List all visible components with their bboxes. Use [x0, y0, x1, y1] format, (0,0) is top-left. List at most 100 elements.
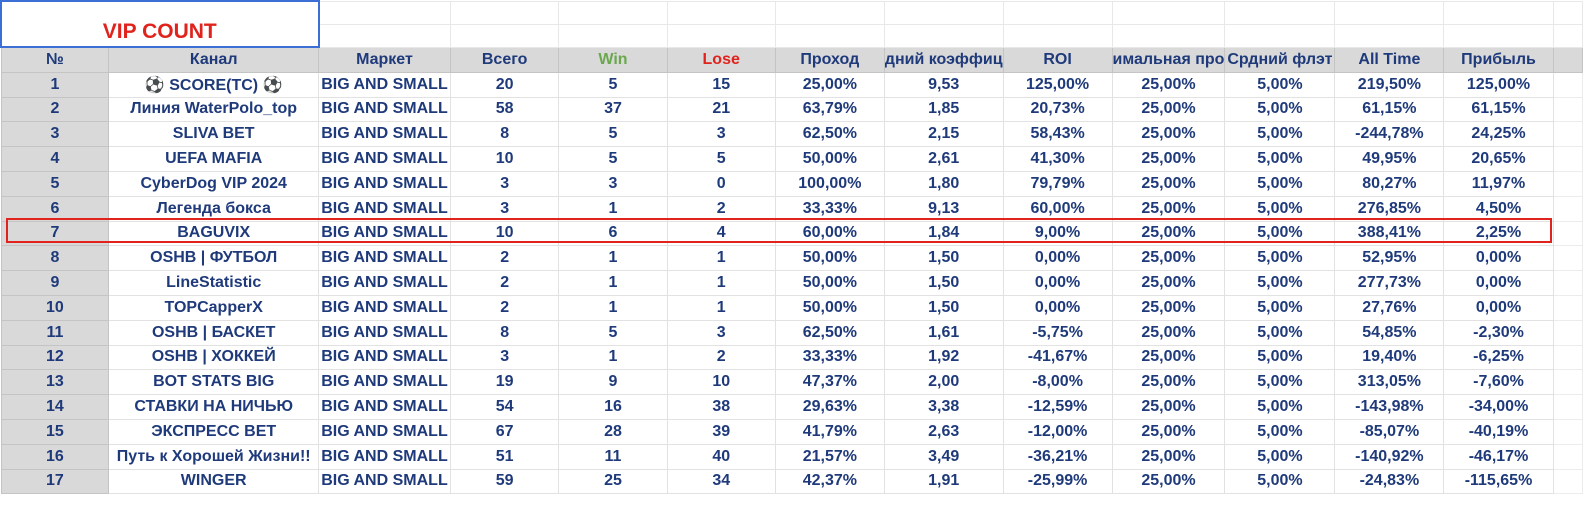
- cell-win[interactable]: 6: [558, 220, 668, 247]
- cell-roi[interactable]: 79,79%: [1002, 170, 1113, 197]
- cell-pass[interactable]: 33,33%: [774, 344, 885, 371]
- cell-channel[interactable]: OSHB | ХОККЕЙ: [108, 344, 320, 371]
- sheet-title[interactable]: VIP COUNT: [0, 0, 320, 48]
- cell-channel[interactable]: WINGER: [108, 468, 320, 495]
- cell-total[interactable]: 3: [449, 195, 560, 222]
- cell-market[interactable]: BIG AND SMALL: [318, 319, 451, 346]
- cell-roi[interactable]: 0,00%: [1002, 245, 1113, 272]
- cell-market[interactable]: BIG AND SMALL: [318, 170, 451, 197]
- cell-all-time[interactable]: 19,40%: [1334, 344, 1445, 371]
- cell-roi[interactable]: -25,99%: [1002, 468, 1113, 495]
- cell-lose[interactable]: 3: [666, 121, 776, 148]
- cell-all-time[interactable]: 54,85%: [1334, 319, 1445, 346]
- cell-number[interactable]: 1: [0, 71, 110, 98]
- cell-max-pass[interactable]: 25,00%: [1111, 344, 1226, 371]
- cell-number[interactable]: 13: [0, 369, 110, 396]
- cell-pass[interactable]: 21,57%: [774, 443, 885, 470]
- cell-max-pass[interactable]: 25,00%: [1111, 146, 1226, 172]
- cell-avg-coef[interactable]: 1,61: [883, 319, 1004, 346]
- cell-all-time[interactable]: 49,95%: [1334, 146, 1445, 172]
- cell-roi[interactable]: -8,00%: [1002, 369, 1113, 396]
- cell-avg-coef[interactable]: 2,00: [883, 369, 1004, 396]
- cell-channel[interactable]: UEFA MAFIA: [108, 146, 320, 172]
- cell-number[interactable]: 12: [0, 344, 110, 371]
- cell-channel[interactable]: СТАВКИ НА НИЧЬЮ: [108, 394, 320, 420]
- cell-market[interactable]: BIG AND SMALL: [318, 121, 451, 148]
- cell-profit[interactable]: 4,50%: [1443, 195, 1554, 222]
- cell-channel[interactable]: Легенда бокса: [108, 195, 320, 222]
- cell-number[interactable]: 14: [0, 394, 110, 420]
- cell-pass[interactable]: 50,00%: [774, 146, 885, 172]
- cell-avg-coef[interactable]: 9,53: [883, 71, 1004, 98]
- cell-pass[interactable]: 25,00%: [774, 71, 885, 98]
- cell-max-pass[interactable]: 25,00%: [1111, 170, 1226, 197]
- cell-number[interactable]: 7: [0, 220, 110, 247]
- cell-roi[interactable]: -12,59%: [1002, 394, 1113, 420]
- cell-channel[interactable]: TOPCapperX: [108, 294, 320, 321]
- cell-roi[interactable]: 58,43%: [1002, 121, 1113, 148]
- cell-profit[interactable]: 61,15%: [1443, 96, 1554, 123]
- cell-lose[interactable]: 21: [666, 96, 776, 123]
- cell-all-time[interactable]: -244,78%: [1334, 121, 1445, 148]
- cell-market[interactable]: BIG AND SMALL: [318, 195, 451, 222]
- cell-all-time[interactable]: -85,07%: [1334, 418, 1445, 445]
- cell-pass[interactable]: 50,00%: [774, 245, 885, 272]
- cell-win[interactable]: 37: [558, 96, 668, 123]
- cell-avg-flat[interactable]: 5,00%: [1224, 71, 1336, 98]
- header-market[interactable]: Маркет: [318, 46, 451, 73]
- cell-avg-flat[interactable]: 5,00%: [1224, 418, 1336, 445]
- cell-win[interactable]: 28: [558, 418, 668, 445]
- cell-max-pass[interactable]: 25,00%: [1111, 195, 1226, 222]
- cell-channel[interactable]: BOT STATS BIG: [108, 369, 320, 396]
- cell-all-time[interactable]: 52,95%: [1334, 245, 1445, 272]
- cell-roi[interactable]: 0,00%: [1002, 294, 1113, 321]
- cell-total[interactable]: 54: [449, 394, 560, 420]
- cell-lose[interactable]: 2: [666, 195, 776, 222]
- header-channel[interactable]: Канал: [108, 46, 320, 73]
- cell-market[interactable]: BIG AND SMALL: [318, 245, 451, 272]
- cell-pass[interactable]: 47,37%: [774, 369, 885, 396]
- cell-avg-coef[interactable]: 1,50: [883, 245, 1004, 272]
- cell-roi[interactable]: 41,30%: [1002, 146, 1113, 172]
- cell-avg-coef[interactable]: 3,38: [883, 394, 1004, 420]
- cell-total[interactable]: 3: [449, 170, 560, 197]
- cell-profit[interactable]: -115,65%: [1443, 468, 1554, 495]
- cell-win[interactable]: 9: [558, 369, 668, 396]
- cell-market[interactable]: BIG AND SMALL: [318, 146, 451, 172]
- cell-lose[interactable]: 40: [666, 443, 776, 470]
- header-lose[interactable]: Lose: [666, 46, 776, 73]
- cell-channel[interactable]: LineStatistic: [108, 270, 320, 296]
- cell-avg-flat[interactable]: 5,00%: [1224, 146, 1336, 172]
- header-max-pass[interactable]: имальная про: [1111, 46, 1226, 73]
- cell-win[interactable]: 5: [558, 146, 668, 172]
- cell-win[interactable]: 16: [558, 394, 668, 420]
- cell-roi[interactable]: 9,00%: [1002, 220, 1113, 247]
- header-all-time[interactable]: All Time: [1334, 46, 1445, 73]
- cell-market[interactable]: BIG AND SMALL: [318, 294, 451, 321]
- cell-pass[interactable]: 42,37%: [774, 468, 885, 495]
- cell-lose[interactable]: 10: [666, 369, 776, 396]
- cell-number[interactable]: 9: [0, 270, 110, 296]
- cell-roi[interactable]: -36,21%: [1002, 443, 1113, 470]
- cell-roi[interactable]: 125,00%: [1002, 71, 1113, 98]
- cell-channel[interactable]: ЭКСПРЕСС BET: [108, 418, 320, 445]
- cell-profit[interactable]: -46,17%: [1443, 443, 1554, 470]
- cell-number[interactable]: 6: [0, 195, 110, 222]
- cell-total[interactable]: 19: [449, 369, 560, 396]
- cell-profit[interactable]: 125,00%: [1443, 71, 1554, 98]
- cell-market[interactable]: BIG AND SMALL: [318, 443, 451, 470]
- cell-total[interactable]: 8: [449, 319, 560, 346]
- cell-max-pass[interactable]: 25,00%: [1111, 418, 1226, 445]
- cell-all-time[interactable]: -143,98%: [1334, 394, 1445, 420]
- header-pass[interactable]: Проход: [774, 46, 885, 73]
- cell-number[interactable]: 16: [0, 443, 110, 470]
- cell-pass[interactable]: 41,79%: [774, 418, 885, 445]
- cell-profit[interactable]: 0,00%: [1443, 270, 1554, 296]
- cell-avg-coef[interactable]: 1,91: [883, 468, 1004, 495]
- cell-avg-flat[interactable]: 5,00%: [1224, 96, 1336, 123]
- cell-lose[interactable]: 34: [666, 468, 776, 495]
- cell-max-pass[interactable]: 25,00%: [1111, 121, 1226, 148]
- cell-pass[interactable]: 29,63%: [774, 394, 885, 420]
- cell-total[interactable]: 67: [449, 418, 560, 445]
- cell-lose[interactable]: 15: [666, 71, 776, 98]
